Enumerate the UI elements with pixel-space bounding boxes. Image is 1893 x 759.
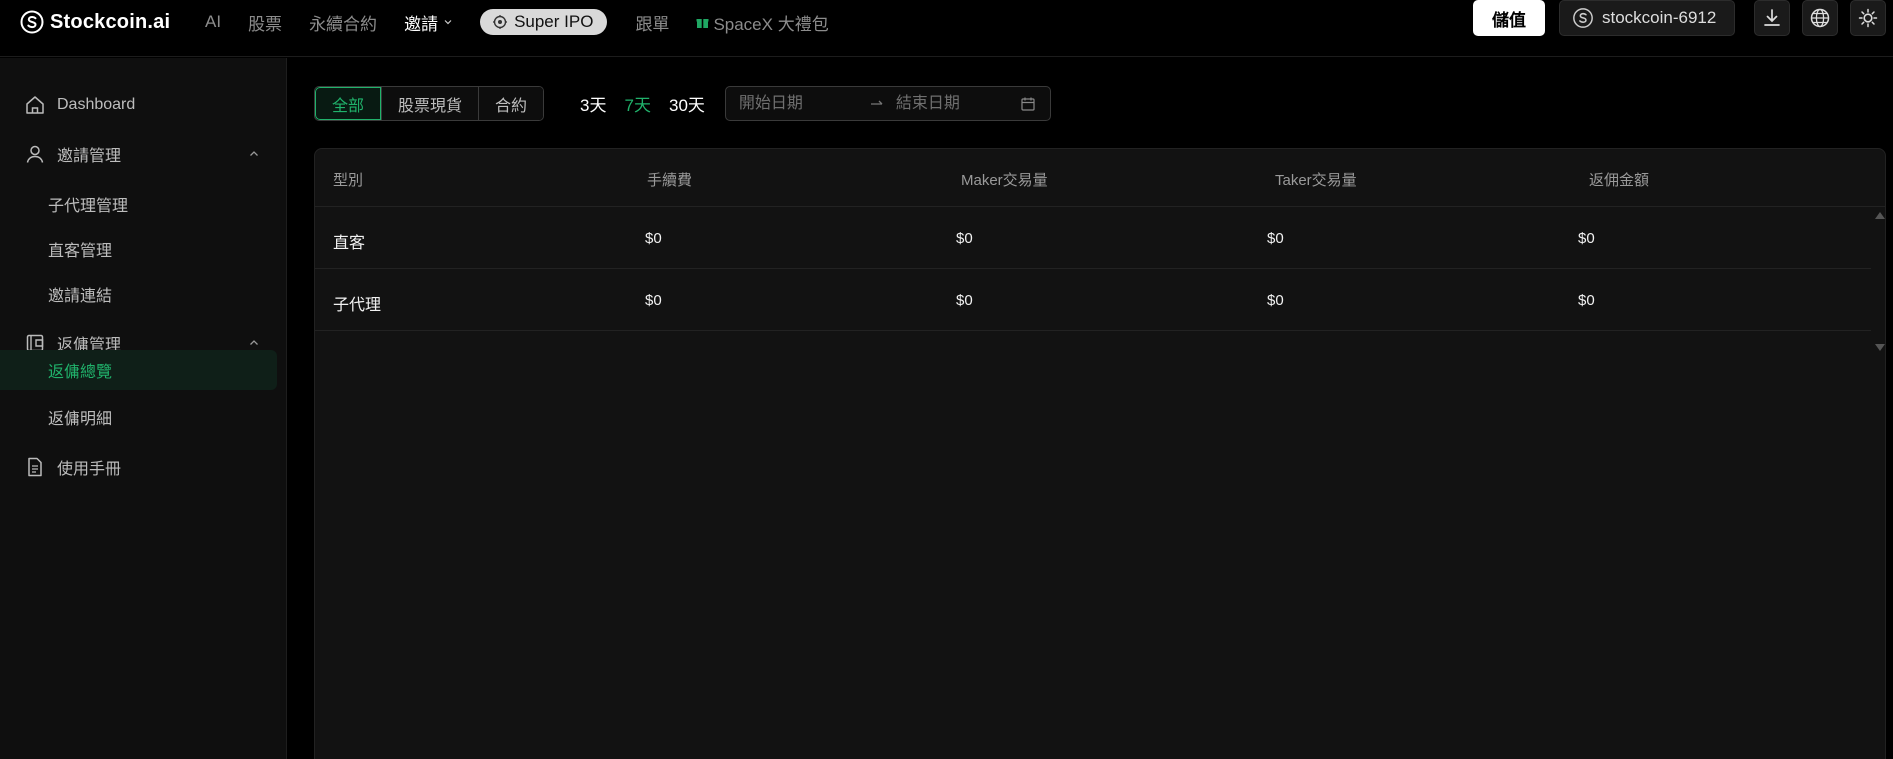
nav-stocks[interactable]: 股票 (248, 10, 282, 35)
account-button[interactable]: stockcoin-6912 (1559, 0, 1735, 36)
segment-contract[interactable]: 合約 (478, 87, 544, 120)
sun-icon (1858, 8, 1878, 28)
rebate-summary-table: 型別 手續費 Maker交易量 Taker交易量 返佣金額 直客 $0 $0 $… (314, 148, 1886, 759)
scroll-up-arrow[interactable] (1875, 212, 1885, 219)
account-name: stockcoin-6912 (1602, 8, 1717, 27)
nav-perpetual[interactable]: 永續合約 (309, 10, 377, 35)
sidebar-item-label: 返傭明細 (48, 411, 113, 428)
ipo-badge-icon (493, 15, 508, 29)
language-button[interactable] (1802, 0, 1838, 36)
chevron-up-icon (250, 151, 258, 156)
chevron-up-icon (250, 340, 258, 345)
column-header-type: 型別 (333, 172, 364, 189)
brand-name: Stockcoin.ai (50, 10, 171, 33)
table-header: 型別 手續費 Maker交易量 Taker交易量 返佣金額 (315, 149, 1885, 207)
start-date-input[interactable] (738, 87, 859, 120)
segment-all[interactable]: 全部 (315, 87, 382, 120)
table-row: 子代理 $0 $0 $0 $0 (315, 270, 1871, 331)
range-3-days[interactable]: 3天 (580, 91, 606, 116)
date-range-picker (724, 86, 1051, 121)
table-row: 直客 $0 $0 $0 $0 (315, 208, 1871, 269)
nav-invite-label: 邀請 (404, 14, 439, 34)
arrow-right-icon (870, 100, 883, 105)
market-segment-control: 全部 股票現貨 合約 (314, 86, 545, 121)
sidebar-item-label: 子代理管理 (48, 198, 129, 215)
nav-invite[interactable]: 邀請 (404, 10, 453, 35)
sidebar-item-label: 返傭總覽 (48, 364, 113, 381)
table-cell: $0 (645, 292, 662, 309)
range-30-days[interactable]: 30天 (669, 91, 705, 116)
table-cell: 子代理 (333, 297, 382, 314)
range-7-days[interactable]: 7天 (625, 91, 651, 116)
chevron-down-icon (444, 20, 452, 25)
segment-stock-spot[interactable]: 股票現貨 (381, 87, 479, 120)
sidebar-item-label: Dashboard (57, 96, 136, 113)
column-header-taker-volume: Taker交易量 (1275, 172, 1357, 189)
sidebar-group-invite[interactable]: 邀請管理 (0, 134, 287, 174)
scroll-down-arrow[interactable] (1875, 344, 1885, 351)
theme-toggle-button[interactable] (1850, 0, 1886, 36)
sidebar-item-rebate-overview[interactable]: 返傭總覽 (0, 350, 277, 390)
download-icon (1764, 9, 1780, 26)
sidebar-item-invite-links[interactable]: 邀請連結 (0, 274, 287, 314)
day-range-quick-select: 3天 7天 30天 (580, 91, 723, 116)
gift-icon (696, 18, 709, 28)
nav-copy-trade[interactable]: 跟單 (635, 10, 669, 35)
table-cell: $0 (1578, 230, 1595, 247)
home-icon (26, 96, 44, 114)
super-ipo-label: Super IPO (514, 12, 594, 31)
nav-spacex-promo[interactable]: SpaceX 大禮包 (696, 10, 829, 35)
sidebar-item-label: 直客管理 (48, 243, 113, 260)
end-date-input[interactable] (895, 87, 1006, 120)
sidebar-item-label: 邀請連結 (48, 288, 113, 305)
sidebar-item-label: 使用手冊 (57, 461, 122, 478)
calendar-icon[interactable] (1020, 96, 1036, 112)
logo[interactable]: Stockcoin.ai (20, 10, 170, 34)
table-cell: $0 (1578, 292, 1595, 309)
column-header-rebate-amount: 返佣金額 (1589, 172, 1650, 189)
sidebar-item-dashboard[interactable]: Dashboard (0, 85, 287, 125)
sidebar-item-sub-agents[interactable]: 子代理管理 (0, 184, 287, 224)
main-nav: AI 股票 永續合約 邀請 Super IPO 跟單 SpaceX 大禮包 (205, 9, 856, 35)
sidebar-group-label: 邀請管理 (57, 148, 122, 165)
table-cell: $0 (645, 230, 662, 247)
table-cell: $0 (956, 230, 973, 247)
download-button[interactable] (1754, 0, 1790, 36)
sidebar-item-rebate-details[interactable]: 返傭明細 (0, 397, 287, 437)
super-ipo-button[interactable]: Super IPO (480, 9, 608, 35)
table-cell: $0 (1267, 292, 1284, 309)
stockcoin-logo-icon (20, 10, 44, 34)
table-cell: $0 (1267, 230, 1284, 247)
filter-bar: 全部 股票現貨 合約 3天 7天 30天 (314, 86, 1051, 121)
document-icon (28, 457, 42, 477)
account-avatar-icon (1573, 8, 1593, 28)
deposit-button[interactable]: 儲值 (1473, 0, 1545, 36)
spacex-promo-label: SpaceX 大禮包 (713, 14, 829, 34)
column-header-fee: 手續費 (647, 172, 693, 189)
sidebar-item-direct-clients[interactable]: 直客管理 (0, 229, 287, 269)
top-bar: Stockcoin.ai AI 股票 永續合約 邀請 Super IPO 跟單 … (0, 0, 1893, 57)
sidebar-item-manual[interactable]: 使用手冊 (0, 447, 287, 487)
table-cell: 直客 (333, 235, 366, 252)
sidebar: Dashboard 邀請管理 子代理管理 直客管理 邀請連結 返傭管理 返傭總覽… (0, 58, 287, 759)
table-cell: $0 (956, 292, 973, 309)
nav-ai[interactable]: AI (205, 12, 221, 32)
column-header-maker-volume: Maker交易量 (961, 172, 1048, 189)
globe-icon (1810, 8, 1830, 28)
user-icon (26, 145, 44, 163)
